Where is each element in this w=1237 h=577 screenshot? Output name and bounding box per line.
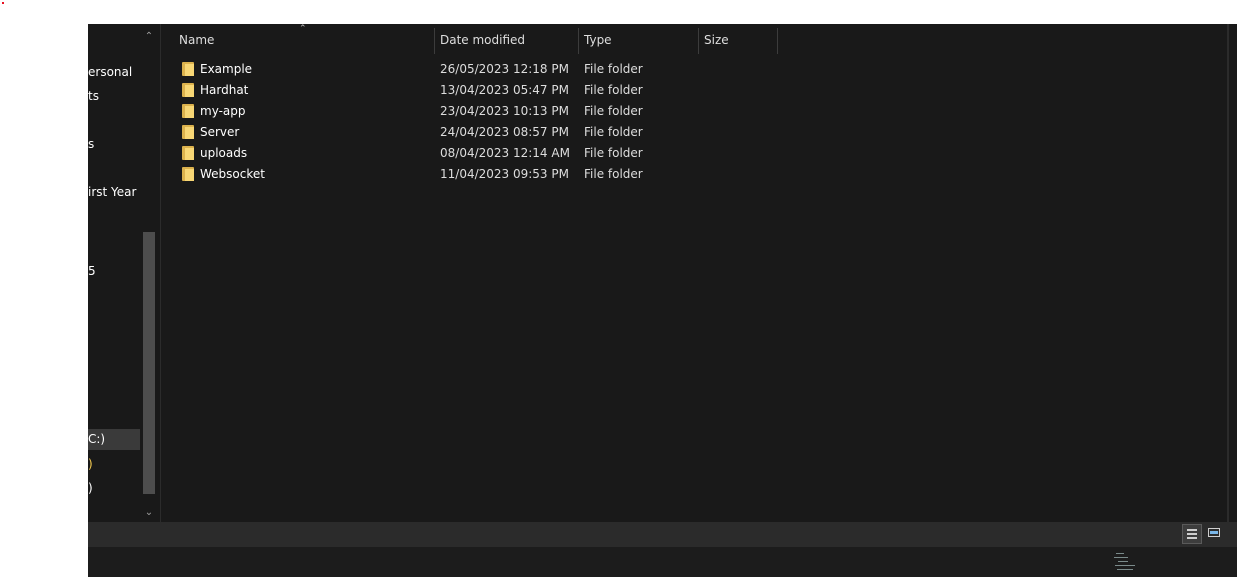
file-date-modified: 24/04/2023 08:57 PM — [440, 125, 569, 139]
nav-item-local-disk[interactable]: C:) — [88, 429, 140, 450]
minimap-thumbnail — [1112, 549, 1144, 575]
file-type: File folder — [584, 83, 643, 97]
background-window-strip — [88, 547, 1237, 577]
nav-item-label: ) — [88, 457, 93, 471]
file-date-modified: 26/05/2023 12:18 PM — [440, 62, 569, 76]
folder-icon — [182, 125, 194, 139]
details-view-icon — [1187, 529, 1197, 539]
file-date-modified: 23/04/2023 10:13 PM — [440, 104, 569, 118]
nav-item[interactable]: ersonal — [88, 64, 132, 80]
file-date-modified: 08/04/2023 12:14 AM — [440, 146, 570, 160]
nav-item-label: ts — [88, 89, 99, 103]
file-name: Server — [200, 125, 240, 139]
file-name: uploads — [200, 146, 248, 160]
folder-icon — [182, 104, 194, 118]
file-type: File folder — [584, 125, 643, 139]
file-row[interactable]: Hardhat 13/04/2023 05:47 PM File folder — [174, 80, 1214, 101]
column-resize-handle[interactable] — [698, 28, 699, 54]
large-icons-view-button[interactable] — [1204, 524, 1224, 544]
folder-icon — [182, 146, 194, 160]
nav-scrollbar[interactable]: ⌃ ⌄ — [140, 24, 158, 522]
column-header-type[interactable]: Type — [584, 33, 612, 47]
column-header-row: ⌃ Name Date modified Type Size — [161, 24, 1227, 54]
file-date-modified: 11/04/2023 09:53 PM — [440, 167, 569, 181]
nav-item-label: ) — [88, 481, 93, 495]
corner-marker — [2, 2, 4, 4]
scroll-up-icon[interactable]: ⌃ — [144, 30, 154, 44]
nav-item-label: s — [88, 137, 95, 151]
nav-item[interactable]: 5 — [88, 263, 96, 279]
column-header-date[interactable]: Date modified — [440, 33, 525, 47]
nav-item[interactable]: ) — [88, 480, 93, 496]
navigation-pane[interactable]: ersonal ts s irst Year 5 C:) ) ) ⌃ ⌄ — [88, 24, 160, 522]
file-name: Websocket — [200, 167, 265, 181]
folder-icon — [182, 83, 194, 97]
file-row[interactable]: Server 24/04/2023 08:57 PM File folder — [174, 122, 1214, 143]
file-type: File folder — [584, 167, 643, 181]
nav-item-label: 5 — [88, 264, 96, 278]
scroll-down-icon[interactable]: ⌄ — [144, 506, 154, 520]
file-row[interactable]: uploads 08/04/2023 12:14 AM File folder — [174, 143, 1214, 164]
file-row[interactable]: Example 26/05/2023 12:18 PM File folder — [174, 59, 1214, 80]
chevron-up-icon: ⌃ — [299, 24, 307, 34]
nav-item-label: irst Year — [88, 185, 137, 199]
nav-item[interactable]: ts — [88, 88, 99, 104]
file-name: my-app — [200, 104, 246, 118]
large-icons-view-icon — [1208, 528, 1220, 537]
nav-item[interactable]: s — [88, 136, 94, 152]
list-right-border — [1227, 24, 1229, 522]
file-type: File folder — [584, 104, 643, 118]
column-resize-handle[interactable] — [777, 28, 778, 54]
scrollbar-thumb[interactable] — [143, 232, 155, 494]
file-type: File folder — [584, 146, 643, 160]
column-header-size[interactable]: Size — [704, 33, 729, 47]
column-resize-handle[interactable] — [434, 28, 435, 54]
nav-item[interactable]: irst Year — [88, 184, 136, 200]
nav-item-label: C:) — [88, 432, 106, 446]
file-date-modified: 13/04/2023 05:47 PM — [440, 83, 569, 97]
folder-icon — [182, 62, 194, 76]
file-row[interactable]: my-app 23/04/2023 10:13 PM File folder — [174, 101, 1214, 122]
file-type: File folder — [584, 62, 643, 76]
status-bar — [88, 522, 1237, 547]
file-explorer-window: ersonal ts s irst Year 5 C:) ) ) ⌃ ⌄ ⌃ N… — [88, 24, 1237, 577]
folder-icon — [182, 167, 194, 181]
nav-item[interactable]: ) — [88, 456, 93, 472]
file-row[interactable]: Websocket 11/04/2023 09:53 PM File folde… — [174, 164, 1214, 185]
column-header-name[interactable]: Name — [179, 33, 214, 47]
nav-item-label: ersonal — [88, 65, 133, 79]
file-name: Example — [200, 62, 253, 76]
file-name: Hardhat — [200, 83, 249, 97]
details-view-button[interactable] — [1182, 524, 1202, 544]
file-list[interactable]: ⌃ Name Date modified Type Size Example 2… — [161, 24, 1227, 522]
column-resize-handle[interactable] — [578, 28, 579, 54]
